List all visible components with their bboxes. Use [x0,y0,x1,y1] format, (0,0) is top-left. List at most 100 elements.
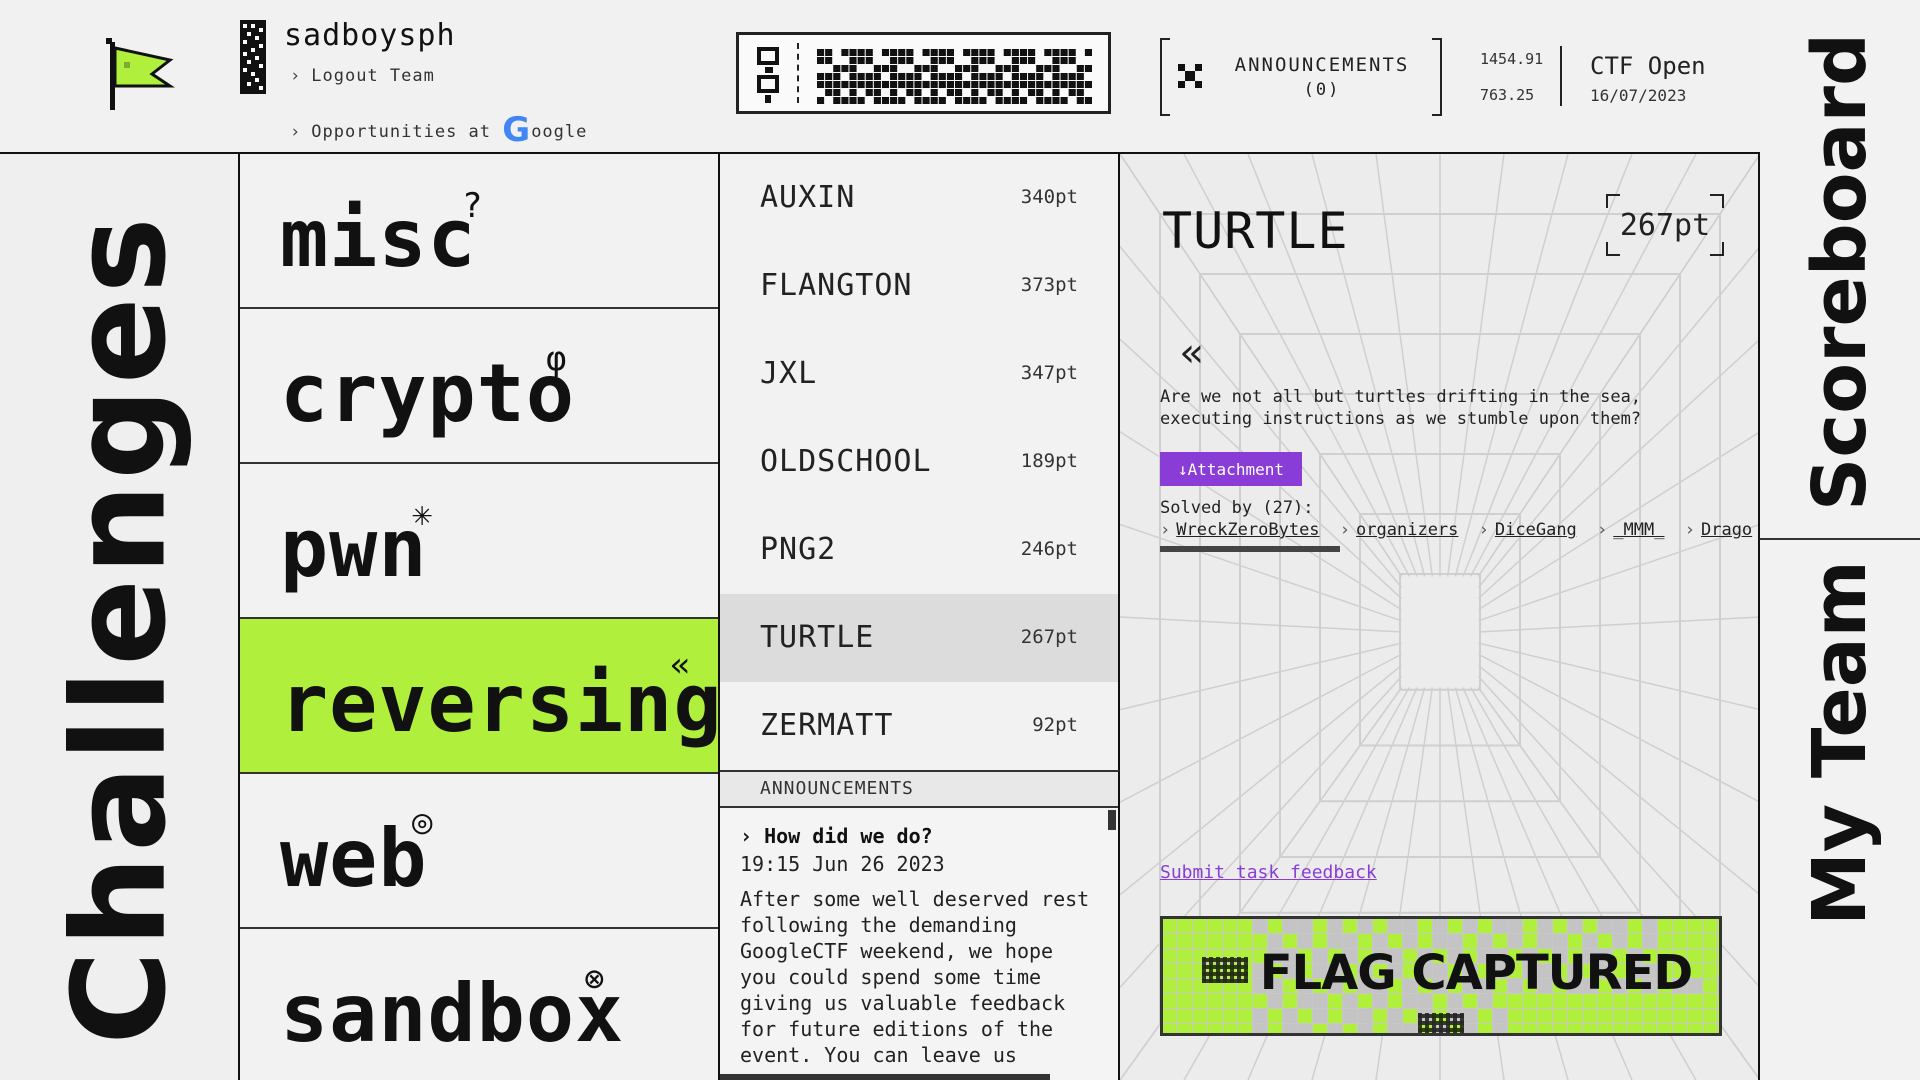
category-misc[interactable]: misc ? [240,154,718,309]
barcode-panel [736,32,1111,114]
announcement-title: › How did we do? [740,824,933,848]
challenge-points: 246pt [1020,538,1078,560]
challenge-name: FLANGTON [760,268,913,303]
chevron-right-icon: › [290,66,302,86]
solver-link[interactable]: Drago [1701,520,1752,540]
challenge-description: Are we not all but turtles drifting in t… [1160,387,1642,429]
attachment-button[interactable]: ↓Attachment [1160,452,1302,486]
double-chevron-left-icon: « [670,645,691,685]
solver-link[interactable]: DiceGang [1495,520,1577,540]
ctf-title: CTF Open [1590,52,1706,80]
announcements-label: ANNOUNCEMENTS [1234,54,1410,76]
chevron-right-icon: › [1684,520,1695,540]
challenge-row-turtle[interactable]: TURTLE 267pt [720,594,1118,682]
opportunities-link[interactable]: › Opportunities at Google [290,110,587,150]
chevron-right-icon: › [1160,520,1171,540]
challenge-points: 340pt [1020,186,1078,208]
challenge-points: 373pt [1020,274,1078,296]
challenge-row-flangton[interactable]: FLANGTON 373pt [720,242,1118,330]
challenge-name: AUXIN [760,180,856,215]
announcement-body: After some well deserved rest following … [740,887,1090,1067]
submit-feedback-link[interactable]: Submit task feedback [1160,862,1377,883]
challenge-row-png2[interactable]: PNG2 246pt [720,506,1118,594]
chevron-right-icon: › [740,824,753,848]
google-g-logo: G [502,110,532,150]
solver-link[interactable]: WreckZeroBytes [1176,520,1319,540]
asterisk-icon: ✳ [412,494,433,534]
challenges-title-column: Challenges [0,154,240,1080]
phi-icon: φ [546,339,567,379]
team-name: sadboysph [284,18,456,53]
nav-scoreboard[interactable]: Scoreboard [1760,0,1920,540]
solvers-list: › WreckZeroBytes › organizers › DiceGang › _… [1160,520,1758,540]
challenge-points: 267pt [1020,626,1078,648]
category-label: misc [280,192,477,285]
flag-captured-banner: FLAG CAPTURED [1160,916,1722,1036]
solver-link[interactable]: _MMM_ [1613,520,1664,540]
small-barcode-icon [757,47,779,103]
page-title: Challenges [45,213,195,1045]
google-text: oogle [531,122,588,142]
team-badge-icon [240,20,266,94]
solver-link[interactable]: organizers [1356,520,1458,540]
pixel-pattern-icon [817,49,1092,104]
challenge-row-jxl[interactable]: JXL 347pt [720,330,1118,418]
top-header: sadboysph › Logout Team › Opportunities at… [0,0,1760,154]
double-chevron-left-icon: « [1180,330,1205,376]
dots-icon [1418,1013,1464,1033]
stat-value-b: 763.25 [1480,86,1535,104]
spiral-icon: ◎ [412,802,433,842]
chevron-right-icon: › [1339,520,1351,540]
announcements-panel-header: ANNOUNCEMENTS [720,772,1118,808]
challenge-row-auxin[interactable]: AUXIN 340pt [720,154,1118,242]
flag-captured-text: FLAG CAPTURED [1163,945,1719,1033]
nav-scoreboard-label: Scoreboard [1797,33,1883,511]
challenge-points: 189pt [1020,450,1078,472]
flag-label: FLAG CAPTURED [1259,945,1693,1001]
chevron-right-icon: › [1597,520,1608,540]
opportunities-label: Opportunities at [311,122,492,142]
challenge-name: ZERMATT [760,708,894,743]
challenge-name: OLDSCHOOL [760,444,932,479]
challenge-points: 347pt [1020,362,1078,384]
horizontal-scrollbar[interactable] [720,1074,1050,1080]
chevron-right-icon: › [290,122,302,142]
challenge-name: TURTLE [760,620,875,655]
points-badge: 267pt [1606,194,1724,256]
logout-team-link[interactable]: › Logout Team [290,66,435,86]
x-close-icon [1178,64,1202,88]
category-label: crypto [280,347,575,440]
bracket-right [1432,38,1442,116]
category-crypto[interactable]: crypto φ [240,309,718,464]
question-mark-icon: ? [462,186,483,226]
crossed-circle-icon: ⊗ [584,959,605,999]
challenge-row-oldschool[interactable]: OLDSCHOOL 189pt [720,418,1118,506]
category-reversing[interactable]: reversing « [240,619,718,774]
announcements-button[interactable]: ANNOUNCEMENTS (0) [1160,38,1442,116]
challenge-name: JXL [760,356,818,391]
category-list: misc ? crypto φ pwn ✳ reversing « web ◎ … [240,154,720,1080]
flag-logo-icon[interactable] [100,34,180,114]
category-web[interactable]: web ◎ [240,774,718,929]
dots-icon [1201,957,1248,983]
nav-my-team[interactable]: My Team [1760,540,1920,1080]
challenge-list: AUXIN 340pt FLANGTON 373pt JXL 347pt OLD… [720,154,1120,772]
challenge-detail: TURTLE 267pt « Are we not all but turtle… [1120,154,1760,1080]
category-label: pwn [280,502,428,595]
category-pwn[interactable]: pwn ✳ [240,464,718,619]
barcode-separator [797,43,799,103]
announcement-title-text: How did we do? [764,824,933,848]
category-sandbox[interactable]: sandbox ⊗ [240,929,718,1080]
points-value: 267pt [1619,208,1711,243]
bracket-left [1160,38,1170,116]
announcements-count: (0) [1303,80,1341,100]
nav-my-team-label: My Team [1797,560,1883,926]
challenge-title: TURTLE [1162,202,1349,260]
chevron-right-icon: › [1478,520,1489,540]
solvers-scrollbar[interactable] [1160,546,1340,552]
challenge-row-zermatt[interactable]: ZERMATT 92pt [720,682,1118,770]
announcements-panel[interactable]: ANNOUNCEMENTS › How did we do? 19:15 Jun… [720,770,1120,1080]
stat-value-a: 1454.91 [1480,50,1544,68]
vertical-scrollbar[interactable] [1108,810,1116,830]
announcement-time: 19:15 Jun 26 2023 [740,852,945,876]
